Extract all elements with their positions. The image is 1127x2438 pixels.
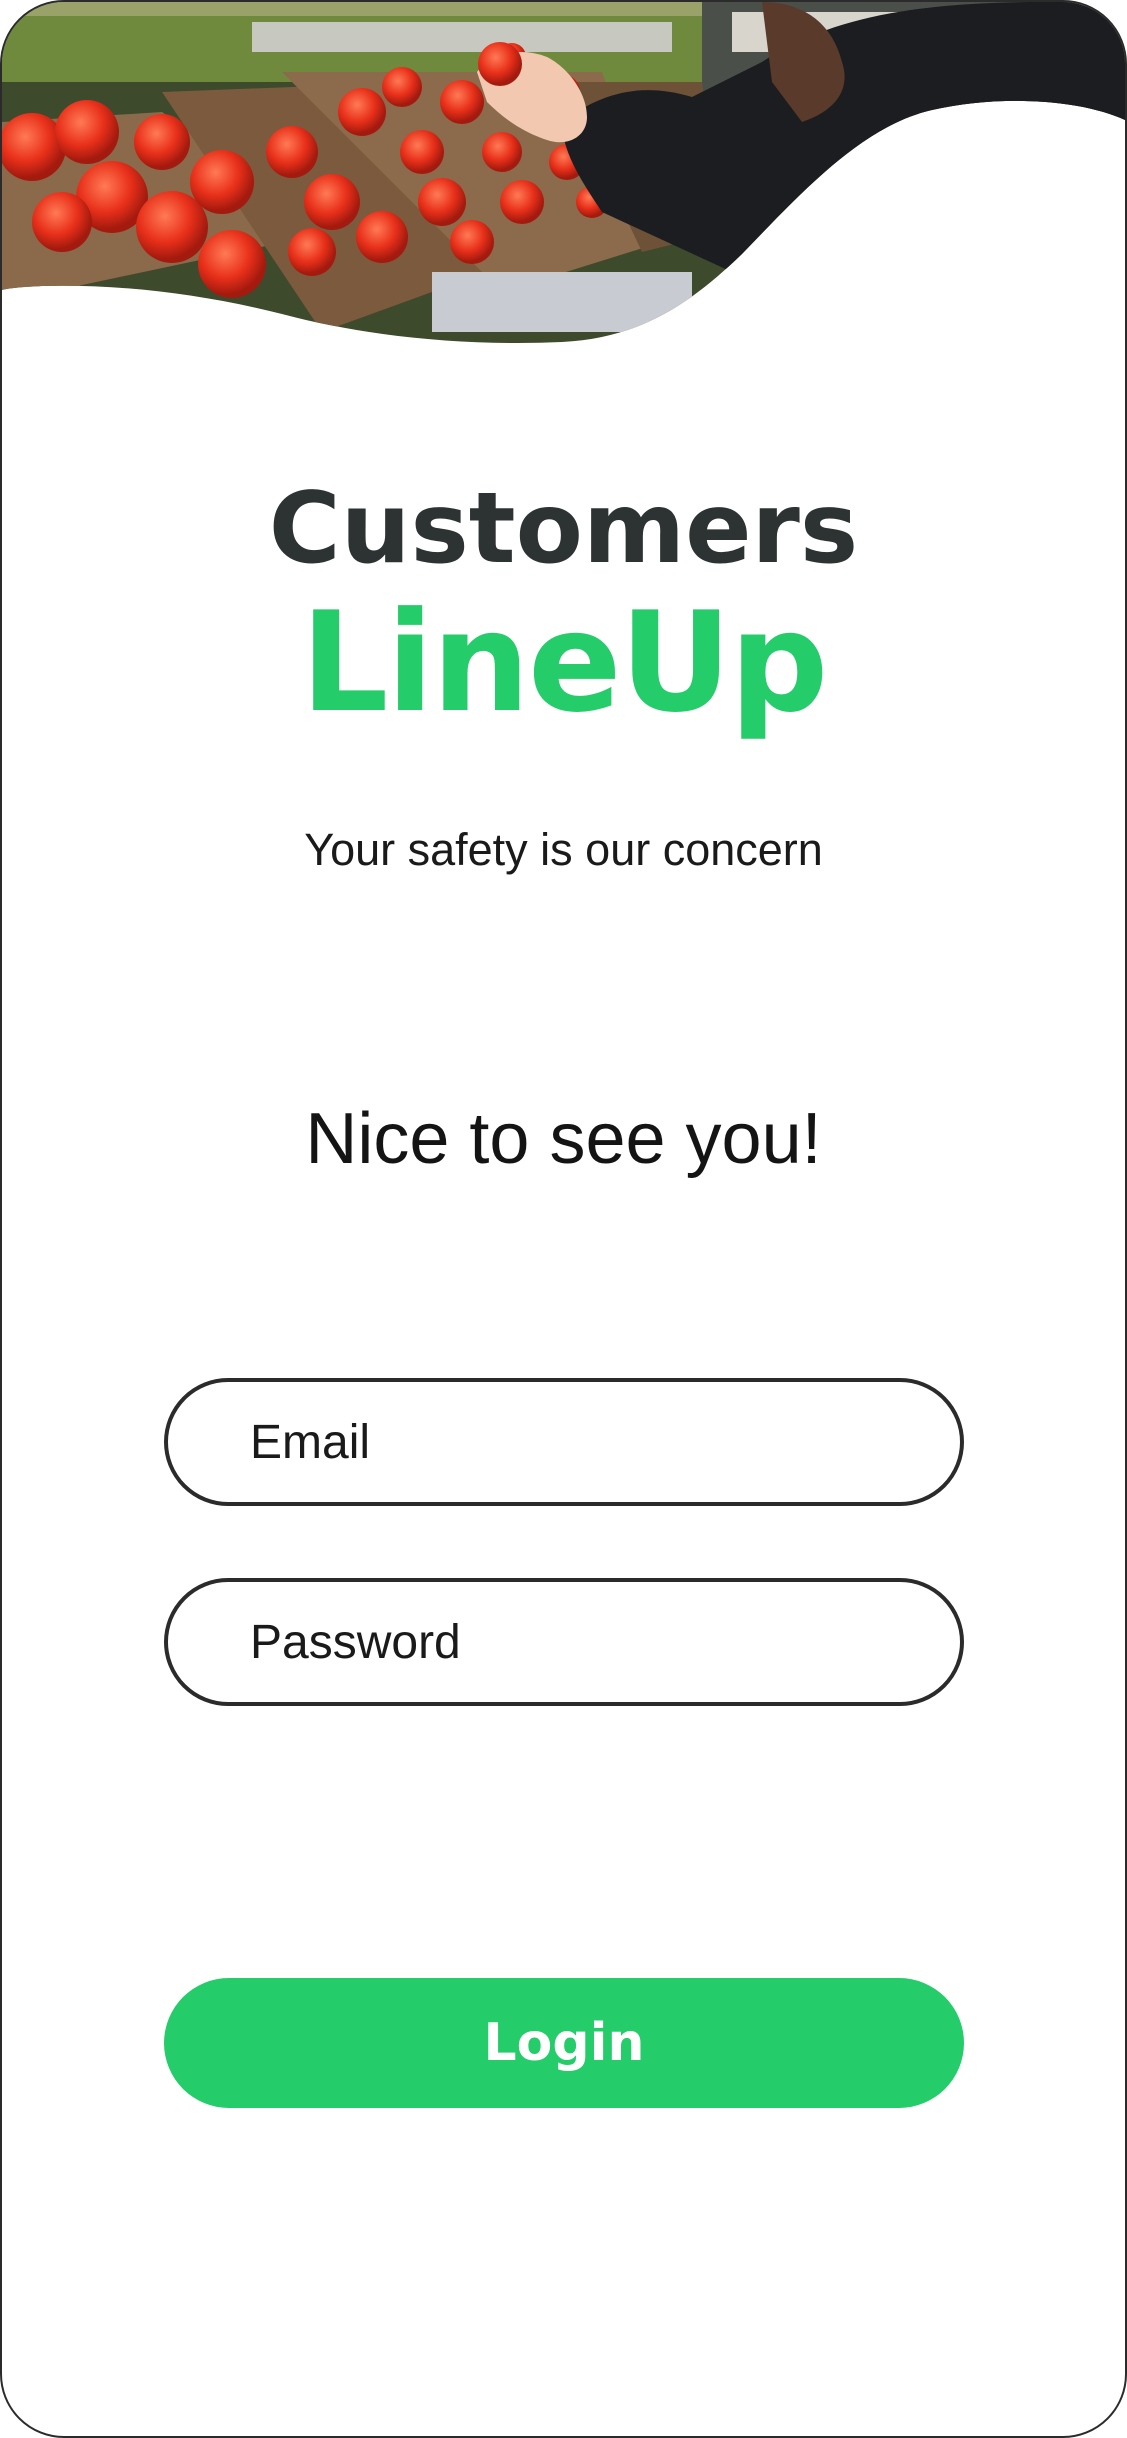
email-field[interactable] <box>164 1378 964 1506</box>
password-input[interactable] <box>250 1582 930 1702</box>
password-field[interactable] <box>164 1578 964 1706</box>
brand-title-line2: LineUp <box>300 582 829 743</box>
login-button[interactable]: Login <box>164 1978 964 2108</box>
hero-image <box>2 2 1125 362</box>
email-input[interactable] <box>250 1382 930 1502</box>
tagline: Your safety is our concern <box>304 824 823 875</box>
greeting-heading: Nice to see you! <box>305 1099 822 1179</box>
brand-title-line1: Customers <box>268 472 859 586</box>
app-screen: Customers LineUp Your safety is our conc… <box>0 0 1127 2438</box>
